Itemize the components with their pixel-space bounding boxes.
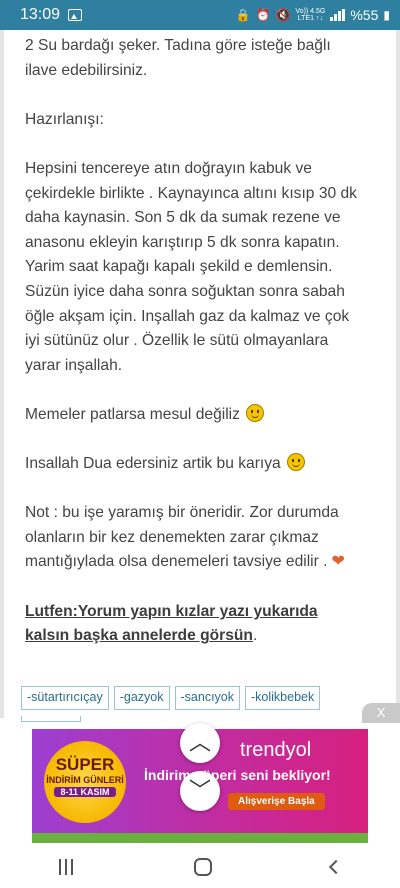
ad-slogan: İndirim süperi seni bekliyor! [144,767,331,783]
navigation-bar [0,846,400,888]
battery-icon: ▮ [383,8,390,22]
recipe-line: yarar inşallah. [25,356,123,374]
ad-brand: trendyol [240,739,312,761]
intro-line-2: ilave edebilirsiniz. [25,61,148,79]
chevron-down-icon[interactable]: ﹀ [180,771,220,811]
intro-line-1: 2 Su bardağı şeker. Tadına göre isteğe b… [25,37,331,54]
tag-sanciyok[interactable]: -sancıyok [174,686,240,710]
back-icon[interactable] [328,859,343,875]
status-bar: 13:09 🔒 ⏰ 🔇 Vo)) 4.5G LTE1 ↑↓ %55 ▮ [0,0,400,30]
network-type: Vo)) 4.5G LTE1 ↑↓ [295,8,325,22]
network-type-bottom: LTE1 ↑↓ [297,15,323,22]
recipe-line: öğle akşam için. Inşallah gaz da kalmaz … [25,307,350,325]
warning-paragraph: Memeler patlarsa mesul değiliz [25,403,366,428]
cta-line-1: Lutfen:Yorum yapın kızlar yazı yukarıda [25,602,318,620]
article-body: 2 Su bardağı şeker. Tadına göre isteğe b… [0,30,400,718]
cta-line-2: kalsın başka annelerde görsün [25,627,253,645]
ad-close-button[interactable]: X [362,703,400,723]
recipe-line: çekirdekle birlikte . Kaynayınca altını … [25,184,357,202]
smiley-icon [245,403,264,422]
recent-apps-icon[interactable] [59,859,75,875]
lock-icon: 🔒 [235,8,251,22]
signal-icon [330,9,346,21]
tag-overflow [21,716,81,722]
badge-line-1: SÜPER [55,755,115,774]
network-type-top: Vo)) 4.5G [295,8,326,15]
recipe-line: Hepsini tencereye atın doğrayın kabuk ve [25,159,312,177]
tag-list: -sütartırıcıçay -gazyok -sancıyok -kolik… [21,686,321,710]
gallery-notification-icon [68,9,83,21]
dua-text: Insallah Dua edersiniz artik bu karıya [25,455,281,473]
ad-bottom-strip [32,833,368,843]
tag-gazyok[interactable]: -gazyok [113,686,170,710]
preparation-heading: Hazırlanışı: [25,110,104,128]
note-line-1: Not : bu işe yaramış bir öneridir. Zor d… [25,504,339,522]
ad-cta-button[interactable]: Alışverişe Başla [228,793,325,810]
home-icon[interactable] [193,858,212,876]
alarm-icon: ⏰ [255,8,271,22]
badge-line-2: İNDİRİM GÜNLERİ [46,775,124,785]
recipe-line: iyi sütünüz olur . Özellik le sütü olmay… [25,332,329,350]
battery-level: %55 [350,7,379,23]
smiley-icon [286,453,305,472]
tag-sutartiricicay[interactable]: -sütartırıcıçay [21,686,109,710]
recipe-line: daha kaynasin. Son 5 dk da sumak rezene … [25,209,341,227]
warning-text: Memeler patlarsa mesul değiliz [25,405,240,423]
note-line-3: mantığıylada olsa denemeleri tavsiye edi… [25,553,328,571]
heart-icon: ❤ [331,553,345,571]
clock: 13:09 [20,6,61,23]
cta-line-tail: . [252,627,258,645]
status-icons: 🔒 ⏰ 🔇 Vo)) 4.5G LTE1 ↑↓ %55 ▮ [236,7,390,23]
dua-paragraph: Insallah Dua edersiniz artik bu karıya [25,452,366,477]
screen: 13:09 🔒 ⏰ 🔇 Vo)) 4.5G LTE1 ↑↓ %55 ▮ 2 Su… [0,0,400,888]
recipe-line: anasonu ekleyin karıştırıp 5 dk sonra ka… [25,233,340,251]
mute-icon: 🔇 [275,8,291,22]
sale-badge: SÜPER İNDİRİM GÜNLERİ 8-11 KASIM [44,741,126,823]
recipe-line: Süzün iyice daha sonra soğuktan sonra sa… [25,282,345,300]
note-paragraph-end: mantığıylada olsa denemeleri tavsiye edi… [25,550,366,575]
cta-paragraph-end: kalsın başka annelerde görsün. [25,624,366,649]
note-line-2: olanların bir kez denemekten zarar çıkma… [25,528,319,546]
badge-line-3: 8-11 KASIM [54,787,116,797]
recipe-line: Yarim saat kapağı kapalı şekild e demlen… [25,258,333,276]
tag-kolikbebek[interactable]: -kolikbebek [245,686,321,710]
chevron-up-icon[interactable]: ︿ [180,723,220,763]
